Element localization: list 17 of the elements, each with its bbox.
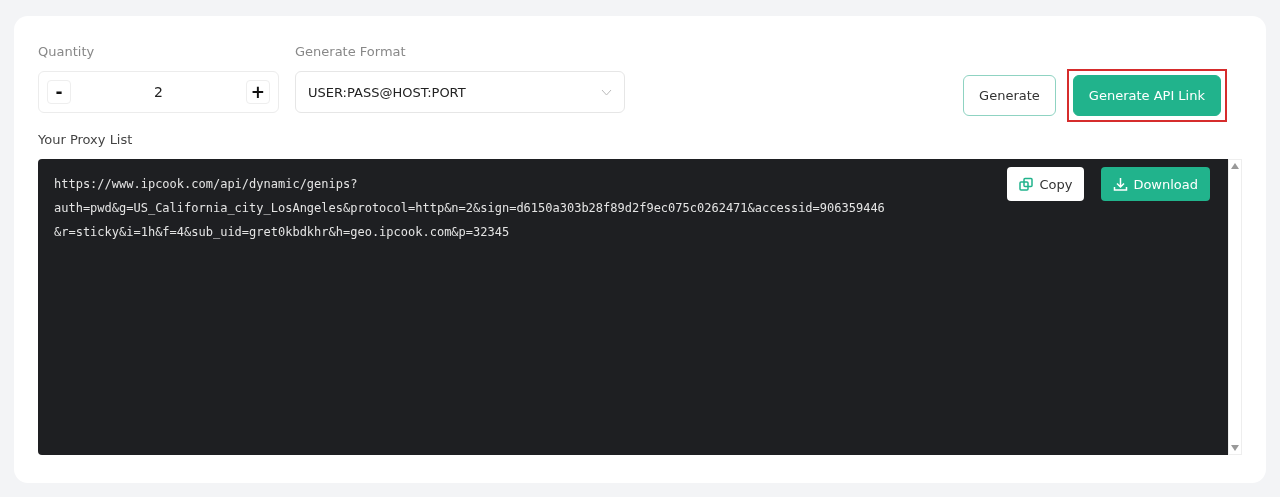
scroll-up-icon[interactable] (1231, 163, 1239, 169)
scrollbar[interactable] (1228, 159, 1242, 455)
field-label: Generate Format (295, 44, 407, 59)
quantity-value: 2 (154, 84, 163, 100)
api-link-text: https://www.ipcook.com/api/dynamic/genips? auth=pwd&g=US_California_city_LosAngeles&protocol=http&n=2&sign=d6150a303b28f89d2f9ec075c0262471&accessid=906359446 &r=sticky&i=1h&f=4&sub_uid=gret0kbdkhr&h=geo.ipcook.com&p=32345 (54, 176, 885, 241)
field-label: Quantity (38, 44, 96, 59)
generate-button[interactable]: Generate (963, 75, 1056, 116)
download-icon (1113, 176, 1129, 192)
chevron-down-icon (601, 88, 612, 96)
copy-button[interactable]: Copy (1007, 167, 1085, 201)
copy-icon (1019, 176, 1035, 192)
scroll-down-icon[interactable] (1231, 445, 1239, 451)
quantity-stepper[interactable]: - 2 + (38, 71, 279, 113)
increment-button[interactable]: + (246, 80, 270, 104)
decrement-button[interactable]: - (47, 80, 71, 104)
section-label: Your Proxy List (38, 132, 134, 147)
format-dropdown[interactable]: USER:PASS@HOST:PORT (295, 71, 625, 113)
